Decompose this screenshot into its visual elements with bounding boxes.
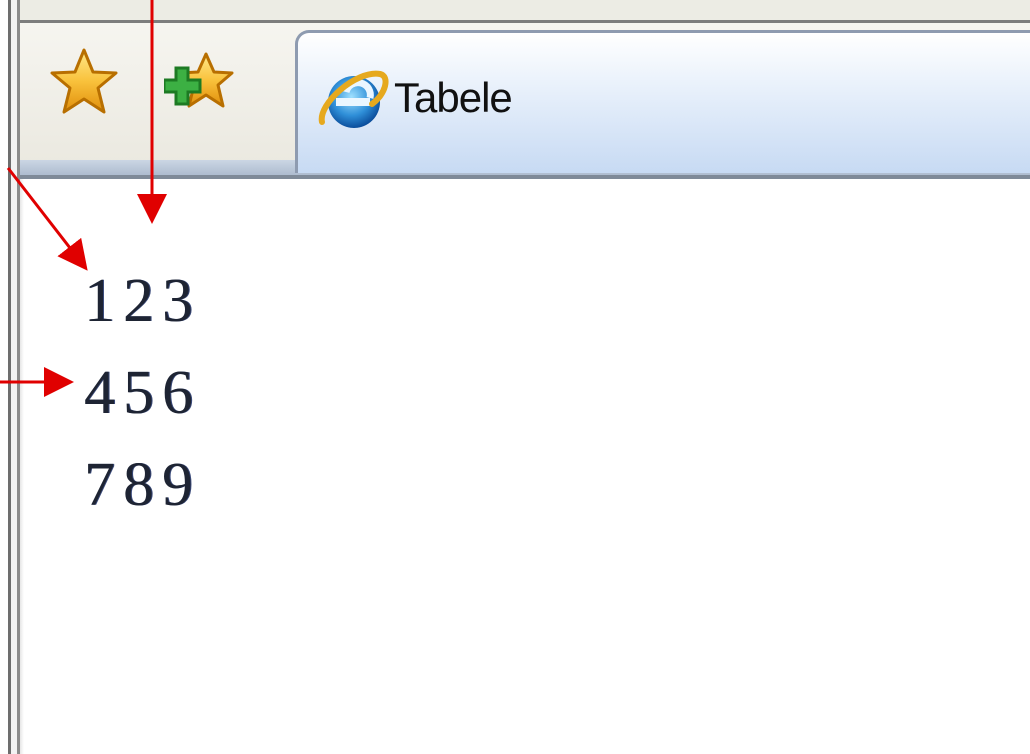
menu-strip <box>20 0 1030 23</box>
number-table: 1 2 3 4 5 6 7 8 9 <box>84 255 201 531</box>
add-to-favorites-icon[interactable] <box>162 48 236 120</box>
table-cell: 3 <box>162 267 193 335</box>
table-cell: 6 <box>162 359 193 427</box>
tab-title: Tabele <box>394 74 513 121</box>
table-cell: 5 <box>123 359 154 427</box>
table-cell: 1 <box>84 267 115 335</box>
table-cell: 2 <box>123 267 154 335</box>
table-cell: 8 <box>123 451 154 519</box>
favorites-star-icon[interactable] <box>48 46 120 118</box>
table-cell: 4 <box>84 359 115 427</box>
table-row: 4 5 6 <box>84 347 201 439</box>
internet-explorer-icon <box>316 64 392 136</box>
table-cell: 9 <box>162 451 193 519</box>
table-cell: 7 <box>84 451 115 519</box>
table-row: 7 8 9 <box>84 439 201 531</box>
table-row: 1 2 3 <box>84 255 201 347</box>
